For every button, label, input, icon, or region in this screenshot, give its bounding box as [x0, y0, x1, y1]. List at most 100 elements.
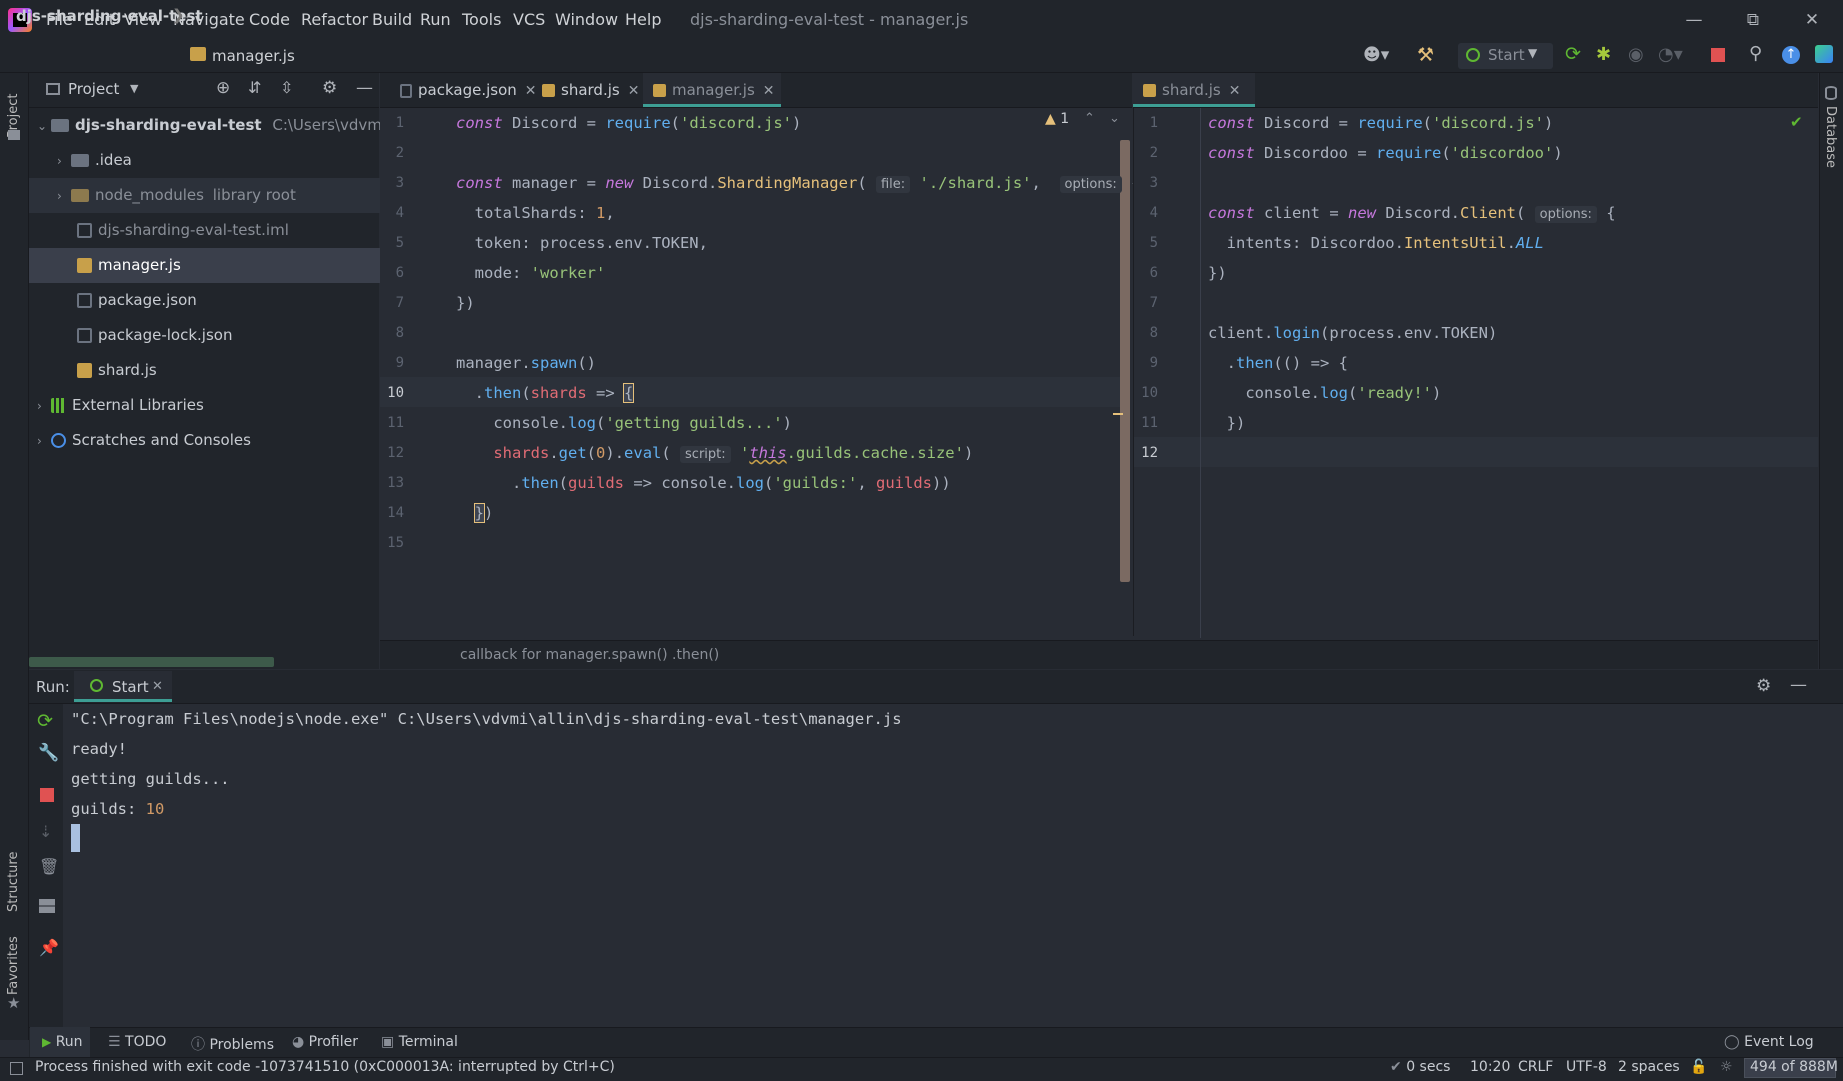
code-area[interactable]: const Discord = require('discord.js') co…: [1208, 108, 1616, 468]
status-time[interactable]: ✔ 0 secs: [1390, 1059, 1450, 1075]
tab-package-json[interactable]: package.json ✕: [390, 73, 537, 107]
menu-refactor[interactable]: Refactor: [301, 9, 368, 31]
structure-tool-tab[interactable]: Structure: [6, 840, 21, 912]
menu-vcs[interactable]: VCS: [513, 9, 545, 31]
inspector-icon[interactable]: ☼: [1720, 1059, 1733, 1075]
tree-item-idea[interactable]: › .idea: [29, 143, 407, 178]
lock-icon[interactable]: 🔓: [1690, 1059, 1707, 1075]
line-number: 2: [1149, 145, 1158, 161]
hide-panel-icon[interactable]: —: [356, 78, 373, 98]
code-line: }): [473, 503, 494, 523]
search-icon[interactable]: ⚲: [1749, 43, 1762, 64]
tab-label: manager.js: [672, 81, 755, 99]
pin-icon[interactable]: 📌: [39, 938, 59, 957]
minimize-icon[interactable]: —: [1676, 6, 1712, 34]
close-window-icon[interactable]: ✕: [1794, 6, 1830, 34]
gear-icon[interactable]: ⚙: [322, 78, 337, 98]
tree-item-shard-js[interactable]: shard.js: [29, 353, 427, 388]
debug-bug-icon[interactable]: ✱: [1596, 44, 1611, 65]
build-hammer-icon[interactable]: ⚒: [1417, 44, 1434, 66]
tool-todo[interactable]: ☰ TODO: [108, 1034, 166, 1050]
coverage-icon[interactable]: ◉: [1628, 44, 1644, 65]
status-message[interactable]: Process finished with exit code -1073741…: [35, 1059, 615, 1075]
close-tab-icon[interactable]: ✕: [1229, 83, 1241, 99]
status-indent[interactable]: 2 spaces: [1618, 1059, 1680, 1075]
locate-icon[interactable]: ⊕: [216, 78, 230, 98]
folder-icon: [51, 119, 69, 132]
code-line: }): [456, 294, 475, 312]
close-tab-icon[interactable]: ✕: [152, 679, 163, 694]
js-file-icon: [190, 47, 206, 61]
tree-item-external-libraries[interactable]: › External Libraries: [29, 388, 387, 423]
tree-item-manager-js[interactable]: manager.js: [29, 248, 427, 283]
layout-icon[interactable]: [39, 899, 55, 913]
json-file-icon: [400, 83, 412, 98]
code-line: const Discord = require('discord.js'): [456, 114, 802, 132]
tool-profiler[interactable]: ◕ Profiler: [292, 1034, 358, 1050]
project-panel-title[interactable]: Project: [68, 80, 119, 98]
wrench-icon[interactable]: 🔧: [38, 743, 59, 763]
tree-root-row[interactable]: ⌄ djs-sharding-eval-test C:\Users\vdvmi\a…: [29, 108, 387, 143]
tree-item-iml[interactable]: djs-sharding-eval-test.iml: [29, 213, 427, 248]
project-folder-icon: [8, 130, 20, 140]
tree-item-node-modules[interactable]: › node_modules library root: [29, 178, 407, 213]
close-tab-icon[interactable]: ✕: [628, 83, 640, 99]
code-breadcrumb[interactable]: callback for manager.spawn() .then(): [460, 647, 719, 663]
library-icon: [51, 398, 66, 413]
line-number: 3: [1149, 175, 1158, 191]
tree-item-label: package.json: [98, 291, 197, 309]
hide-panel-icon[interactable]: —: [1790, 675, 1807, 695]
restore-icon[interactable]: ⧉: [1735, 6, 1771, 34]
status-line-separator[interactable]: CRLF: [1518, 1059, 1553, 1075]
profile-icon[interactable]: ◔▾: [1658, 44, 1683, 65]
tool-run[interactable]: ▶ Run: [42, 1034, 83, 1050]
toolbox-icon[interactable]: [1815, 45, 1833, 63]
event-log-button[interactable]: ◯ Event Log: [1724, 1034, 1814, 1050]
chevron-down-icon[interactable]: ▼: [130, 82, 138, 95]
info-icon: ⓘ: [191, 1037, 205, 1053]
user-icon[interactable]: ☻▾: [1363, 45, 1389, 65]
line-number: 12: [387, 445, 404, 461]
breadcrumb-file[interactable]: manager.js: [212, 47, 295, 65]
scroll-to-end-icon[interactable]: ⇣: [39, 822, 52, 841]
gear-icon[interactable]: ⚙: [1756, 676, 1771, 696]
run-panel-label: Run:: [36, 678, 70, 696]
menu-help[interactable]: Help: [625, 9, 661, 31]
collapsed-arrow-icon: ›: [37, 399, 42, 413]
rerun-icon[interactable]: ⟳: [37, 710, 53, 732]
tool-problems[interactable]: ⓘ Problems: [191, 1034, 274, 1054]
menu-tools[interactable]: Tools: [462, 9, 501, 31]
menu-build[interactable]: Build: [372, 9, 412, 31]
stop-icon[interactable]: [40, 788, 54, 802]
toggle-tool-windows-icon[interactable]: [10, 1062, 23, 1075]
js-file-icon: [1143, 84, 1156, 97]
favorites-tool-tab[interactable]: Favorites: [6, 935, 21, 995]
expand-all-icon[interactable]: ⇵: [248, 78, 261, 97]
tab-manager-js[interactable]: manager.js ✕: [643, 73, 781, 107]
rerun-icon[interactable]: ⟳: [1565, 43, 1581, 65]
tool-terminal[interactable]: ▣ Terminal: [381, 1034, 458, 1050]
tree-item-package-lock-json[interactable]: package-lock.json: [29, 318, 427, 353]
tree-item-package-json[interactable]: package.json: [29, 283, 427, 318]
tab-shard-js-right[interactable]: shard.js ✕: [1133, 73, 1255, 107]
code-area[interactable]: const Discord = require('discord.js') co…: [456, 108, 1140, 558]
tab-label: package.json: [418, 81, 517, 99]
trash-icon[interactable]: 🗑: [39, 857, 59, 876]
close-tab-icon[interactable]: ✕: [763, 83, 775, 99]
stop-icon[interactable]: [1711, 48, 1725, 62]
menu-window[interactable]: Window: [555, 9, 618, 31]
horizontal-scrollbar[interactable]: [29, 657, 274, 667]
tree-item-scratches[interactable]: › Scratches and Consoles: [29, 423, 387, 458]
menu-code[interactable]: Code: [249, 9, 290, 31]
tree-item-label: manager.js: [98, 256, 181, 274]
run-console[interactable]: "C:\Program Files\nodejs\node.exe" C:\Us…: [63, 704, 1843, 1034]
collapse-all-icon[interactable]: ⇳: [280, 78, 293, 97]
tab-shard-js[interactable]: shard.js ✕: [532, 73, 642, 107]
status-encoding[interactable]: UTF-8: [1566, 1059, 1607, 1075]
status-position[interactable]: 10:20: [1470, 1059, 1510, 1075]
menu-run[interactable]: Run: [420, 9, 451, 31]
code-line: totalShards: 1,: [456, 204, 615, 222]
update-icon[interactable]: ↑: [1782, 46, 1800, 64]
database-tool-tab[interactable]: Database: [1823, 106, 1838, 168]
